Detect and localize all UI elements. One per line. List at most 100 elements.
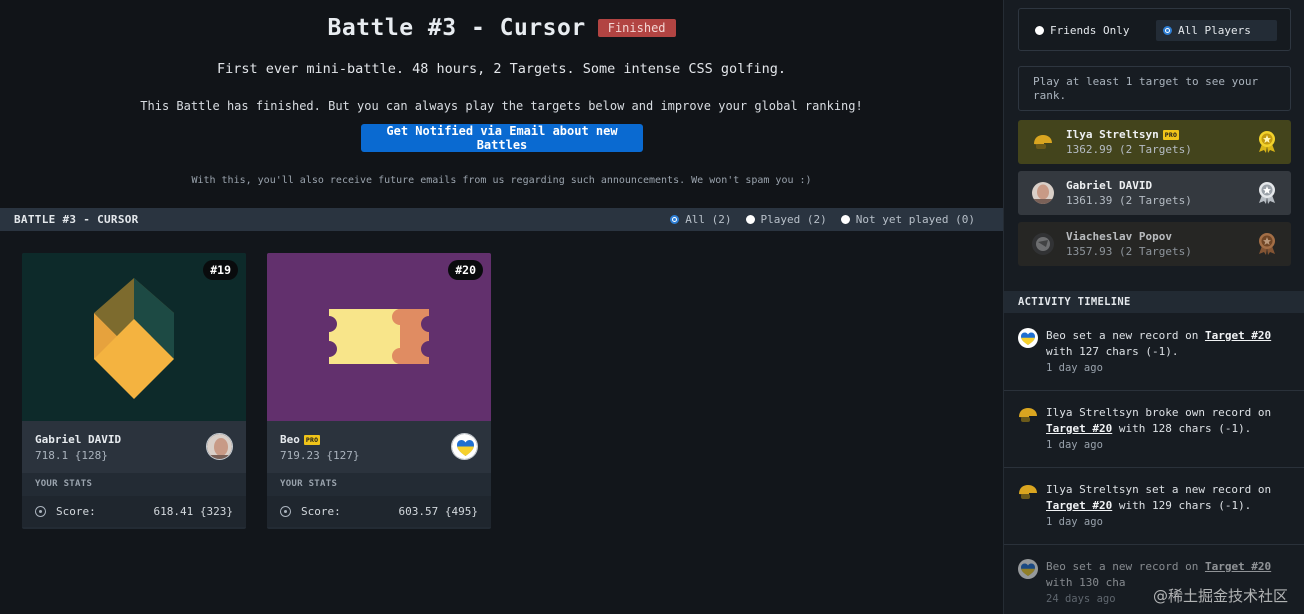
filter-all[interactable]: All (2) — [670, 213, 732, 226]
rank-note: Play at least 1 target to see your rank. — [1018, 66, 1291, 111]
main-content: Battle #3 - Cursor Finished First ever m… — [0, 0, 1003, 614]
target-filters: All (2) Played (2) Not yet played (0) — [670, 213, 989, 226]
timeline-text-pre: Ilya Streltsyn set a new record on — [1046, 483, 1272, 496]
leader-name: Viacheslav Popov — [1066, 230, 1192, 243]
target-link[interactable]: Target #20 — [1205, 560, 1271, 573]
radio-icon[interactable] — [1035, 26, 1044, 35]
leaderboard-row[interactable]: Viacheslav Popov 1357.93 (2 Targets) — [1018, 222, 1291, 266]
target-score-icon — [280, 506, 291, 517]
timeline-text-pre: Beo set a new record on — [1046, 329, 1205, 342]
avatar — [1032, 233, 1054, 255]
page-title: Battle #3 - Cursor — [327, 15, 586, 41]
leader-name: Ilya Streltsyn PRO — [1066, 128, 1192, 141]
leader-name-text: Viacheslav Popov — [1066, 230, 1172, 243]
filter-label: Not yet played (0) — [855, 213, 975, 226]
spam-note: With this, you'll also receive future em… — [191, 175, 812, 186]
target-score-icon — [35, 506, 46, 517]
timeline-time: 1 day ago — [1046, 516, 1103, 528]
battle-hero: Battle #3 - Cursor Finished First ever m… — [0, 0, 1003, 208]
holder-score: 719.23 {127} — [280, 449, 360, 462]
section-title: BATTLE #3 - CURSOR — [14, 213, 139, 226]
scope-all-players[interactable]: All Players — [1156, 20, 1277, 41]
battle-description: First ever mini-battle. 48 hours, 2 Targ… — [217, 61, 786, 77]
timeline-item: Ilya Streltsyn broke own record on Targe… — [1004, 391, 1304, 468]
timeline-text-post: with 129 chars (-1). — [1112, 498, 1252, 512]
target-link[interactable]: Target #20 — [1046, 499, 1112, 512]
filter-played[interactable]: Played (2) — [745, 213, 827, 226]
leader-name: Gabriel DAVID — [1066, 179, 1192, 192]
pro-badge: PRO — [303, 434, 321, 445]
your-stats-row: Score: 618.41 {323} — [22, 496, 246, 527]
target-preview[interactable]: #19 — [22, 253, 246, 421]
bronze-medal-icon — [1259, 233, 1275, 255]
avatar — [1018, 559, 1038, 579]
avatar — [1018, 328, 1038, 348]
avatar — [1018, 405, 1038, 425]
radio-icon[interactable] — [840, 215, 850, 224]
filter-label: Played (2) — [760, 213, 827, 226]
timeline-time: 1 day ago — [1046, 439, 1103, 451]
scope-friends-only[interactable]: Friends Only — [1028, 20, 1136, 41]
timeline-time: 24 days ago — [1046, 593, 1116, 605]
radio-checked-icon[interactable] — [1163, 26, 1172, 35]
leaderboard-row[interactable]: Ilya Streltsyn PRO 1362.99 (2 Targets) — [1018, 120, 1291, 164]
target-preview[interactable]: #20 — [267, 253, 491, 421]
timeline-text: Ilya Streltsyn set a new record on Targe… — [1046, 482, 1286, 514]
radio-icon[interactable] — [745, 215, 755, 224]
timeline-text-pre: Ilya Streltsyn broke own record on — [1046, 406, 1272, 419]
holder-name-text: Gabriel DAVID — [35, 433, 122, 446]
avatar — [1018, 482, 1038, 502]
record-holder: Gabriel DAVID 718.1 {128} — [22, 421, 246, 473]
leader-score: 1362.99 (2 Targets) — [1066, 143, 1192, 156]
timeline-item: Beo set a new record on Target #20 with … — [1004, 314, 1304, 391]
leader-score: 1357.93 (2 Targets) — [1066, 245, 1192, 258]
target-link[interactable]: Target #20 — [1046, 422, 1112, 435]
scope-label: Friends Only — [1050, 24, 1130, 37]
section-bar: BATTLE #3 - CURSOR All (2) Played (2) No… — [0, 208, 1003, 231]
leader-name-text: Ilya Streltsyn — [1066, 128, 1159, 141]
timeline-item: Ilya Streltsyn set a new record on Targe… — [1004, 468, 1304, 545]
avatar[interactable] — [451, 433, 478, 460]
target-number-badge: #19 — [203, 260, 238, 280]
record-holder: Beo PRO 719.23 {127} — [267, 421, 491, 473]
sidebar: Friends Only All Players Play at least 1… — [1003, 0, 1304, 614]
avatar — [1032, 182, 1054, 204]
leaderboard-row[interactable]: Gabriel DAVID 1361.39 (2 Targets) — [1018, 171, 1291, 215]
timeline-text: Beo set a new record on Target #20 with … — [1046, 328, 1286, 360]
timeline-text-post: with 130 cha — [1046, 575, 1126, 589]
title-row: Battle #3 - Cursor Finished — [0, 15, 1003, 41]
leader-score: 1361.39 (2 Targets) — [1066, 194, 1192, 207]
scope-label: All Players — [1178, 24, 1251, 37]
status-badge: Finished — [597, 19, 676, 37]
watermark: @稀土掘金技术社区 — [1152, 587, 1288, 605]
score-value: 603.57 {495} — [398, 505, 478, 518]
gold-medal-icon — [1259, 131, 1275, 153]
target-card-20[interactable]: #20 Beo PRO 719.23 {127} YOUR STATS Scor… — [267, 253, 491, 529]
holder-score: 718.1 {128} — [35, 449, 108, 462]
timeline-text-pre: Beo set a new record on — [1046, 560, 1205, 573]
notify-email-button[interactable]: Get Notified via Email about new Battles — [361, 124, 643, 152]
your-stats-label: YOUR STATS — [35, 479, 93, 489]
filter-not-played[interactable]: Not yet played (0) — [840, 213, 975, 226]
your-stats-row: Score: 603.57 {495} — [267, 496, 491, 527]
filter-label: All (2) — [685, 213, 732, 226]
timeline-text-post: with 127 chars (-1). — [1046, 344, 1179, 358]
your-stats-label: YOUR STATS — [280, 479, 338, 489]
leader-name-text: Gabriel DAVID — [1066, 179, 1153, 192]
score-label: Score: — [56, 505, 96, 518]
target-card-19[interactable]: #19 Gabriel DAVID 718.1 {128} YOUR STATS… — [22, 253, 246, 529]
target-number-badge: #20 — [448, 260, 483, 280]
finished-note: This Battle has finished. But you can al… — [140, 99, 863, 113]
activity-timeline-header: ACTIVITY TIMELINE — [1004, 291, 1304, 313]
radio-checked-icon[interactable] — [670, 215, 680, 224]
target-link[interactable]: Target #20 — [1205, 329, 1271, 342]
leaderboard-scope-toggle: Friends Only All Players — [1018, 8, 1291, 51]
timeline-text-post: with 128 chars (-1). — [1112, 421, 1252, 435]
silver-medal-icon — [1259, 182, 1275, 204]
holder-name: Gabriel DAVID — [35, 433, 121, 446]
holder-name: Beo PRO — [280, 433, 321, 446]
avatar[interactable] — [206, 433, 233, 460]
score-label: Score: — [301, 505, 341, 518]
timeline-time: 1 day ago — [1046, 362, 1103, 374]
avatar — [1032, 131, 1054, 153]
